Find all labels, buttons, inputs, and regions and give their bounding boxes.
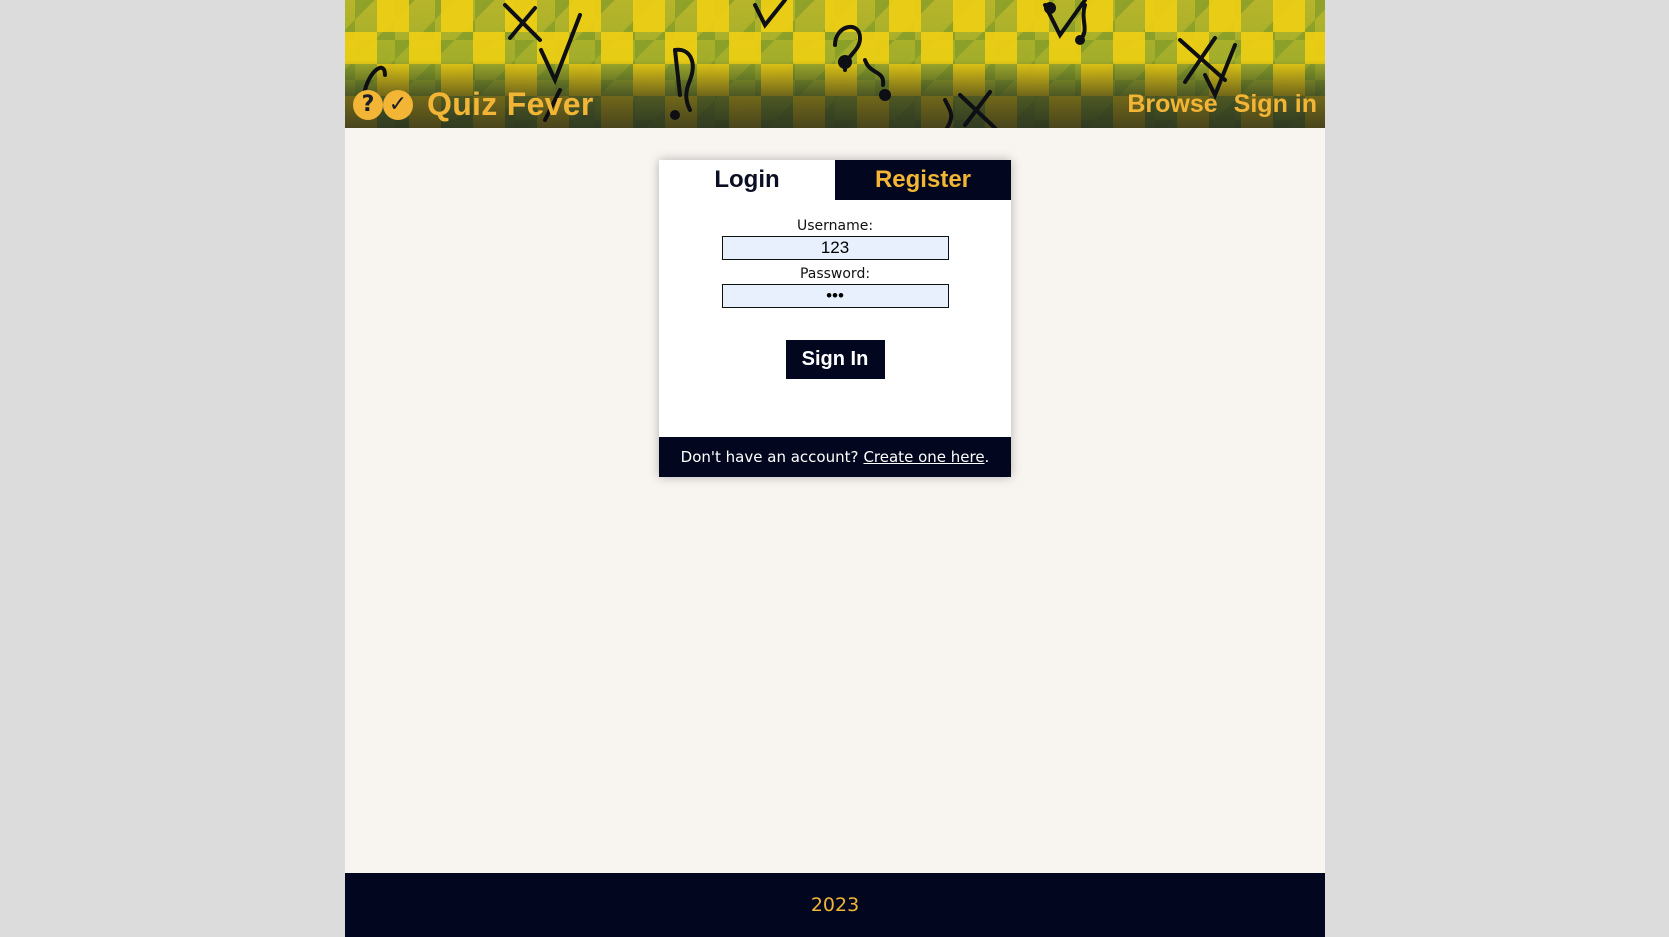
nav-sign-in-link[interactable]: Sign in: [1234, 90, 1317, 119]
password-label: Password:: [799, 266, 871, 282]
question-circle-icon: ?: [353, 89, 383, 120]
site-title[interactable]: Quiz Fever: [427, 86, 594, 123]
password-field[interactable]: [721, 284, 949, 308]
no-account-text: Don't have an account?: [680, 448, 859, 466]
login-card: Login Register Username: Password: Sign …: [659, 160, 1011, 477]
username-field[interactable]: [721, 236, 949, 260]
sign-in-button[interactable]: Sign In: [785, 340, 885, 379]
tab-login[interactable]: Login: [659, 160, 835, 200]
login-form: Username: Password: Sign In: [659, 200, 1011, 379]
site-header: ? ✓ Quiz Fever Browse Sign in: [345, 0, 1325, 128]
page-container: ? ✓ Quiz Fever Browse Sign in Login Regi…: [345, 0, 1325, 937]
auth-tabs: Login Register: [659, 160, 1011, 200]
footer-period: .: [984, 448, 990, 466]
footer-year: 2023: [810, 894, 860, 916]
nav-browse-link[interactable]: Browse: [1127, 90, 1217, 119]
site-footer: 2023: [345, 873, 1325, 937]
site-logo[interactable]: ? ✓ Quiz Fever: [353, 86, 594, 123]
check-circle-icon: ✓: [383, 89, 413, 120]
tab-register[interactable]: Register: [835, 160, 1011, 200]
header-nav: Browse Sign in: [1127, 90, 1317, 119]
card-footer: Don't have an account? Create one here .: [659, 437, 1011, 477]
username-label: Username:: [796, 218, 874, 234]
create-account-link[interactable]: Create one here: [863, 448, 984, 466]
logo-icons: ? ✓: [353, 89, 413, 120]
